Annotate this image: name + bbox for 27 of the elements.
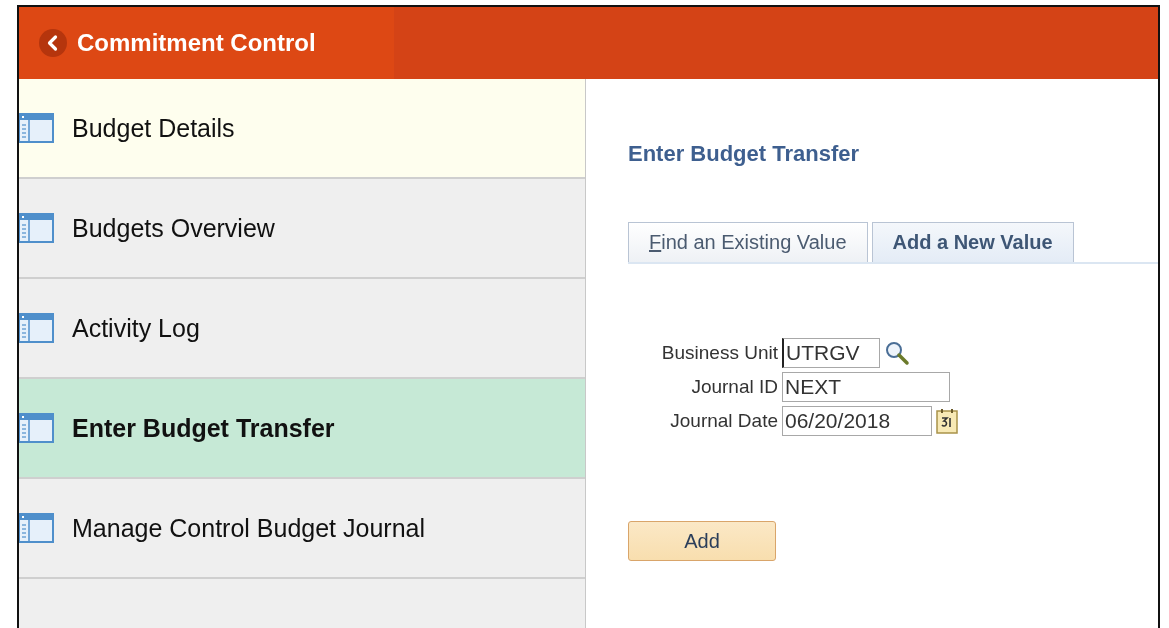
add-button[interactable]: Add [628,521,776,561]
input-field[interactable]: NEXT [782,372,950,402]
sidebar-item-label: Enter Budget Transfer [72,413,335,443]
sidebar-item[interactable]: Budget Details [19,79,585,179]
tab[interactable]: Add a New Value [871,222,1074,262]
page-icon [19,313,54,343]
calendar-icon[interactable] [936,408,958,434]
sidebar-item[interactable]: Enter Budget Transfer [19,379,585,479]
back-button[interactable] [39,29,67,57]
page-icon [19,213,54,243]
page-title: Enter Budget Transfer [628,141,861,167]
input-field[interactable]: UTRGV [782,338,880,368]
field-label: Business Unit [660,342,778,364]
search-icon[interactable] [884,340,910,366]
sidebar-item-label: Activity Log [72,313,200,343]
input-field[interactable]: 06/20/2018 [782,406,932,436]
page-icon [19,513,54,543]
page-icon [19,113,54,143]
sidebar-item-label: Manage Control Budget Journal [72,513,425,543]
field-label: Journal ID [690,376,778,398]
page-icon [19,413,54,443]
field-label: Journal Date [669,410,778,432]
sidebar-item-label: Budgets Overview [72,213,275,243]
back-chevron-icon [39,29,67,57]
tab[interactable]: Find an Existing Value [628,222,868,262]
header-title: Commitment Control [77,29,316,57]
sidebar-item-label: Budget Details [72,113,235,143]
